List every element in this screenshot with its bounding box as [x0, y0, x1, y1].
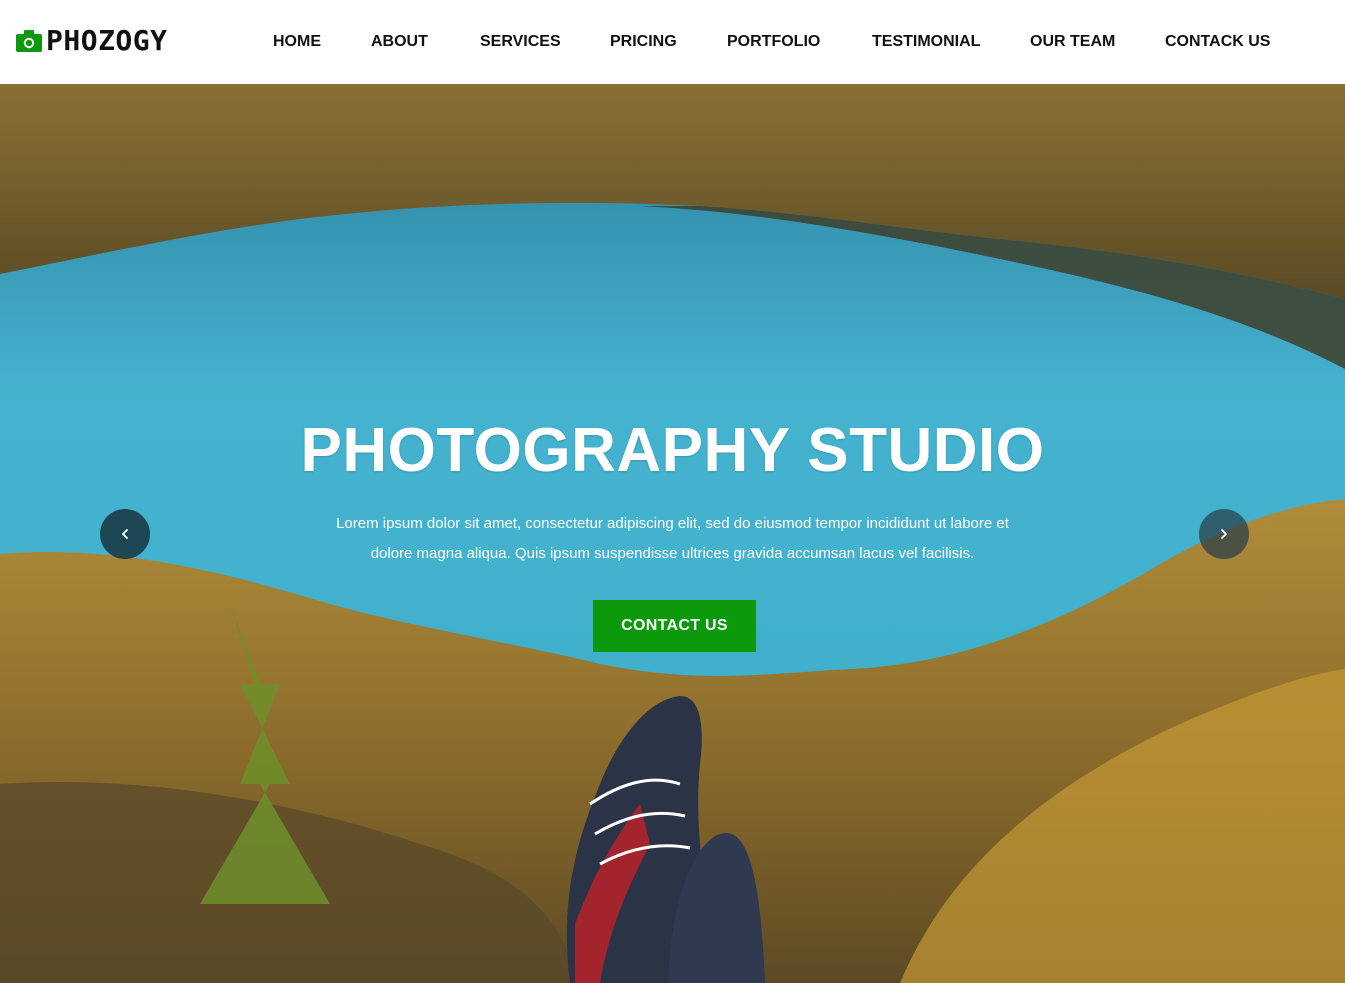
chevron-left-icon — [122, 529, 128, 539]
nav-item-pricing[interactable]: PRICING — [610, 32, 677, 52]
nav-item-our-team[interactable]: OUR TEAM — [1030, 32, 1115, 52]
site-header: PHOZOGY HOME ABOUT SERVICES PRICING PORT… — [0, 0, 1345, 84]
brand-name: PHOZOGY — [46, 24, 168, 57]
brand-logo[interactable]: PHOZOGY — [16, 26, 168, 56]
nav-item-home[interactable]: HOME — [273, 32, 321, 52]
slider-next-button[interactable] — [1199, 509, 1249, 559]
nav-item-contact[interactable]: CONTACK US — [1165, 32, 1270, 52]
nav-item-portfolio[interactable]: PORTFOLIO — [727, 32, 820, 52]
hero-slider: PHOTOGRAPHY STUDIO Lorem ipsum dolor sit… — [0, 84, 1345, 983]
main-nav: HOME ABOUT SERVICES PRICING PORTFOLIO TE… — [0, 0, 1345, 84]
camera-icon — [16, 30, 42, 52]
chevron-right-icon — [1221, 529, 1227, 539]
slider-prev-button[interactable] — [100, 509, 150, 559]
hero-description: Lorem ipsum dolor sit amet, consectetur … — [336, 515, 1009, 562]
hero-title: PHOTOGRAPHY STUDIO — [300, 416, 1045, 485]
nav-item-testimonial[interactable]: TESTIMONIAL — [872, 32, 980, 52]
contact-us-button[interactable]: CONTACT US — [593, 600, 756, 652]
nav-item-about[interactable]: ABOUT — [371, 32, 428, 52]
nav-item-services[interactable]: SERVICES — [480, 32, 561, 52]
